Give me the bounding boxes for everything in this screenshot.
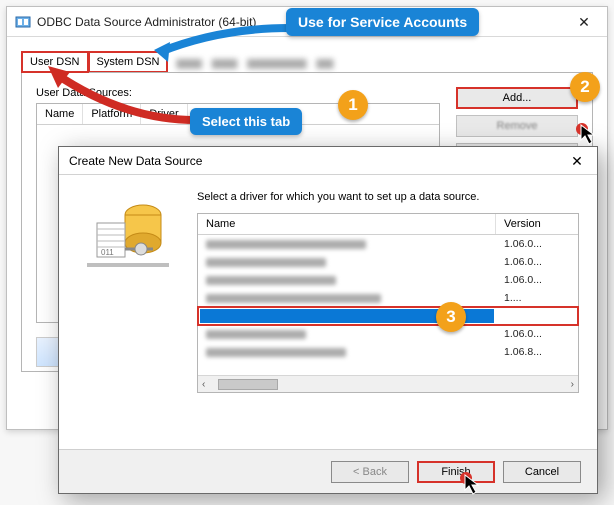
wizard-instruction: Select a driver for which you want to se…	[197, 191, 579, 203]
callout-service-accounts: Use for Service Accounts	[286, 8, 479, 36]
cancel-button[interactable]: Cancel	[503, 461, 581, 483]
driver-row[interactable]: 1.06.0...	[198, 325, 578, 343]
close-icon[interactable]: ✕	[557, 147, 597, 175]
wizard-image-panel: 011	[59, 175, 197, 449]
cursor-icon	[464, 474, 482, 496]
horizontal-scrollbar[interactable]: ‹›	[198, 375, 578, 392]
driver-row[interactable]: 1.06.0...	[198, 235, 578, 253]
arrow-to-user-dsn	[44, 64, 204, 128]
col-driver-version[interactable]: Version	[496, 214, 578, 234]
badge-2: 2	[570, 72, 600, 102]
badge-1: 1	[338, 90, 368, 120]
database-icon: 011	[83, 189, 173, 279]
back-button: < Back	[331, 461, 409, 483]
close-icon[interactable]: ✕	[561, 7, 607, 37]
wizard-button-bar: < Back Finish Cancel	[59, 449, 597, 493]
add-button[interactable]: Add...	[456, 87, 578, 109]
driver-list[interactable]: Name Version 1.06.0... 1.06.0... 1.06.0.…	[197, 213, 579, 393]
cursor-icon	[580, 124, 598, 146]
finish-button[interactable]: Finish	[417, 461, 495, 483]
driver-row[interactable]: 1.06.8...	[198, 343, 578, 361]
driver-row[interactable]: 1.06.0...	[198, 253, 578, 271]
driver-list-header: Name Version	[198, 214, 578, 235]
svg-text:011: 011	[101, 248, 114, 257]
wizard-title: Create New Data Source	[69, 154, 202, 168]
arrow-to-system-dsn	[150, 18, 296, 62]
col-driver-name[interactable]: Name	[198, 214, 496, 234]
wizard-titlebar: Create New Data Source ✕	[59, 147, 597, 175]
driver-row[interactable]: 1....	[198, 289, 578, 307]
driver-row[interactable]: 1.06.0...	[198, 271, 578, 289]
create-data-source-wizard: Create New Data Source ✕ 011 Select a dr…	[58, 146, 598, 494]
badge-3: 3	[436, 302, 466, 332]
driver-row-selected[interactable]	[198, 307, 578, 325]
odbc-icon	[15, 14, 31, 30]
callout-select-tab: Select this tab	[190, 108, 302, 135]
remove-button[interactable]: Remove	[456, 115, 578, 137]
